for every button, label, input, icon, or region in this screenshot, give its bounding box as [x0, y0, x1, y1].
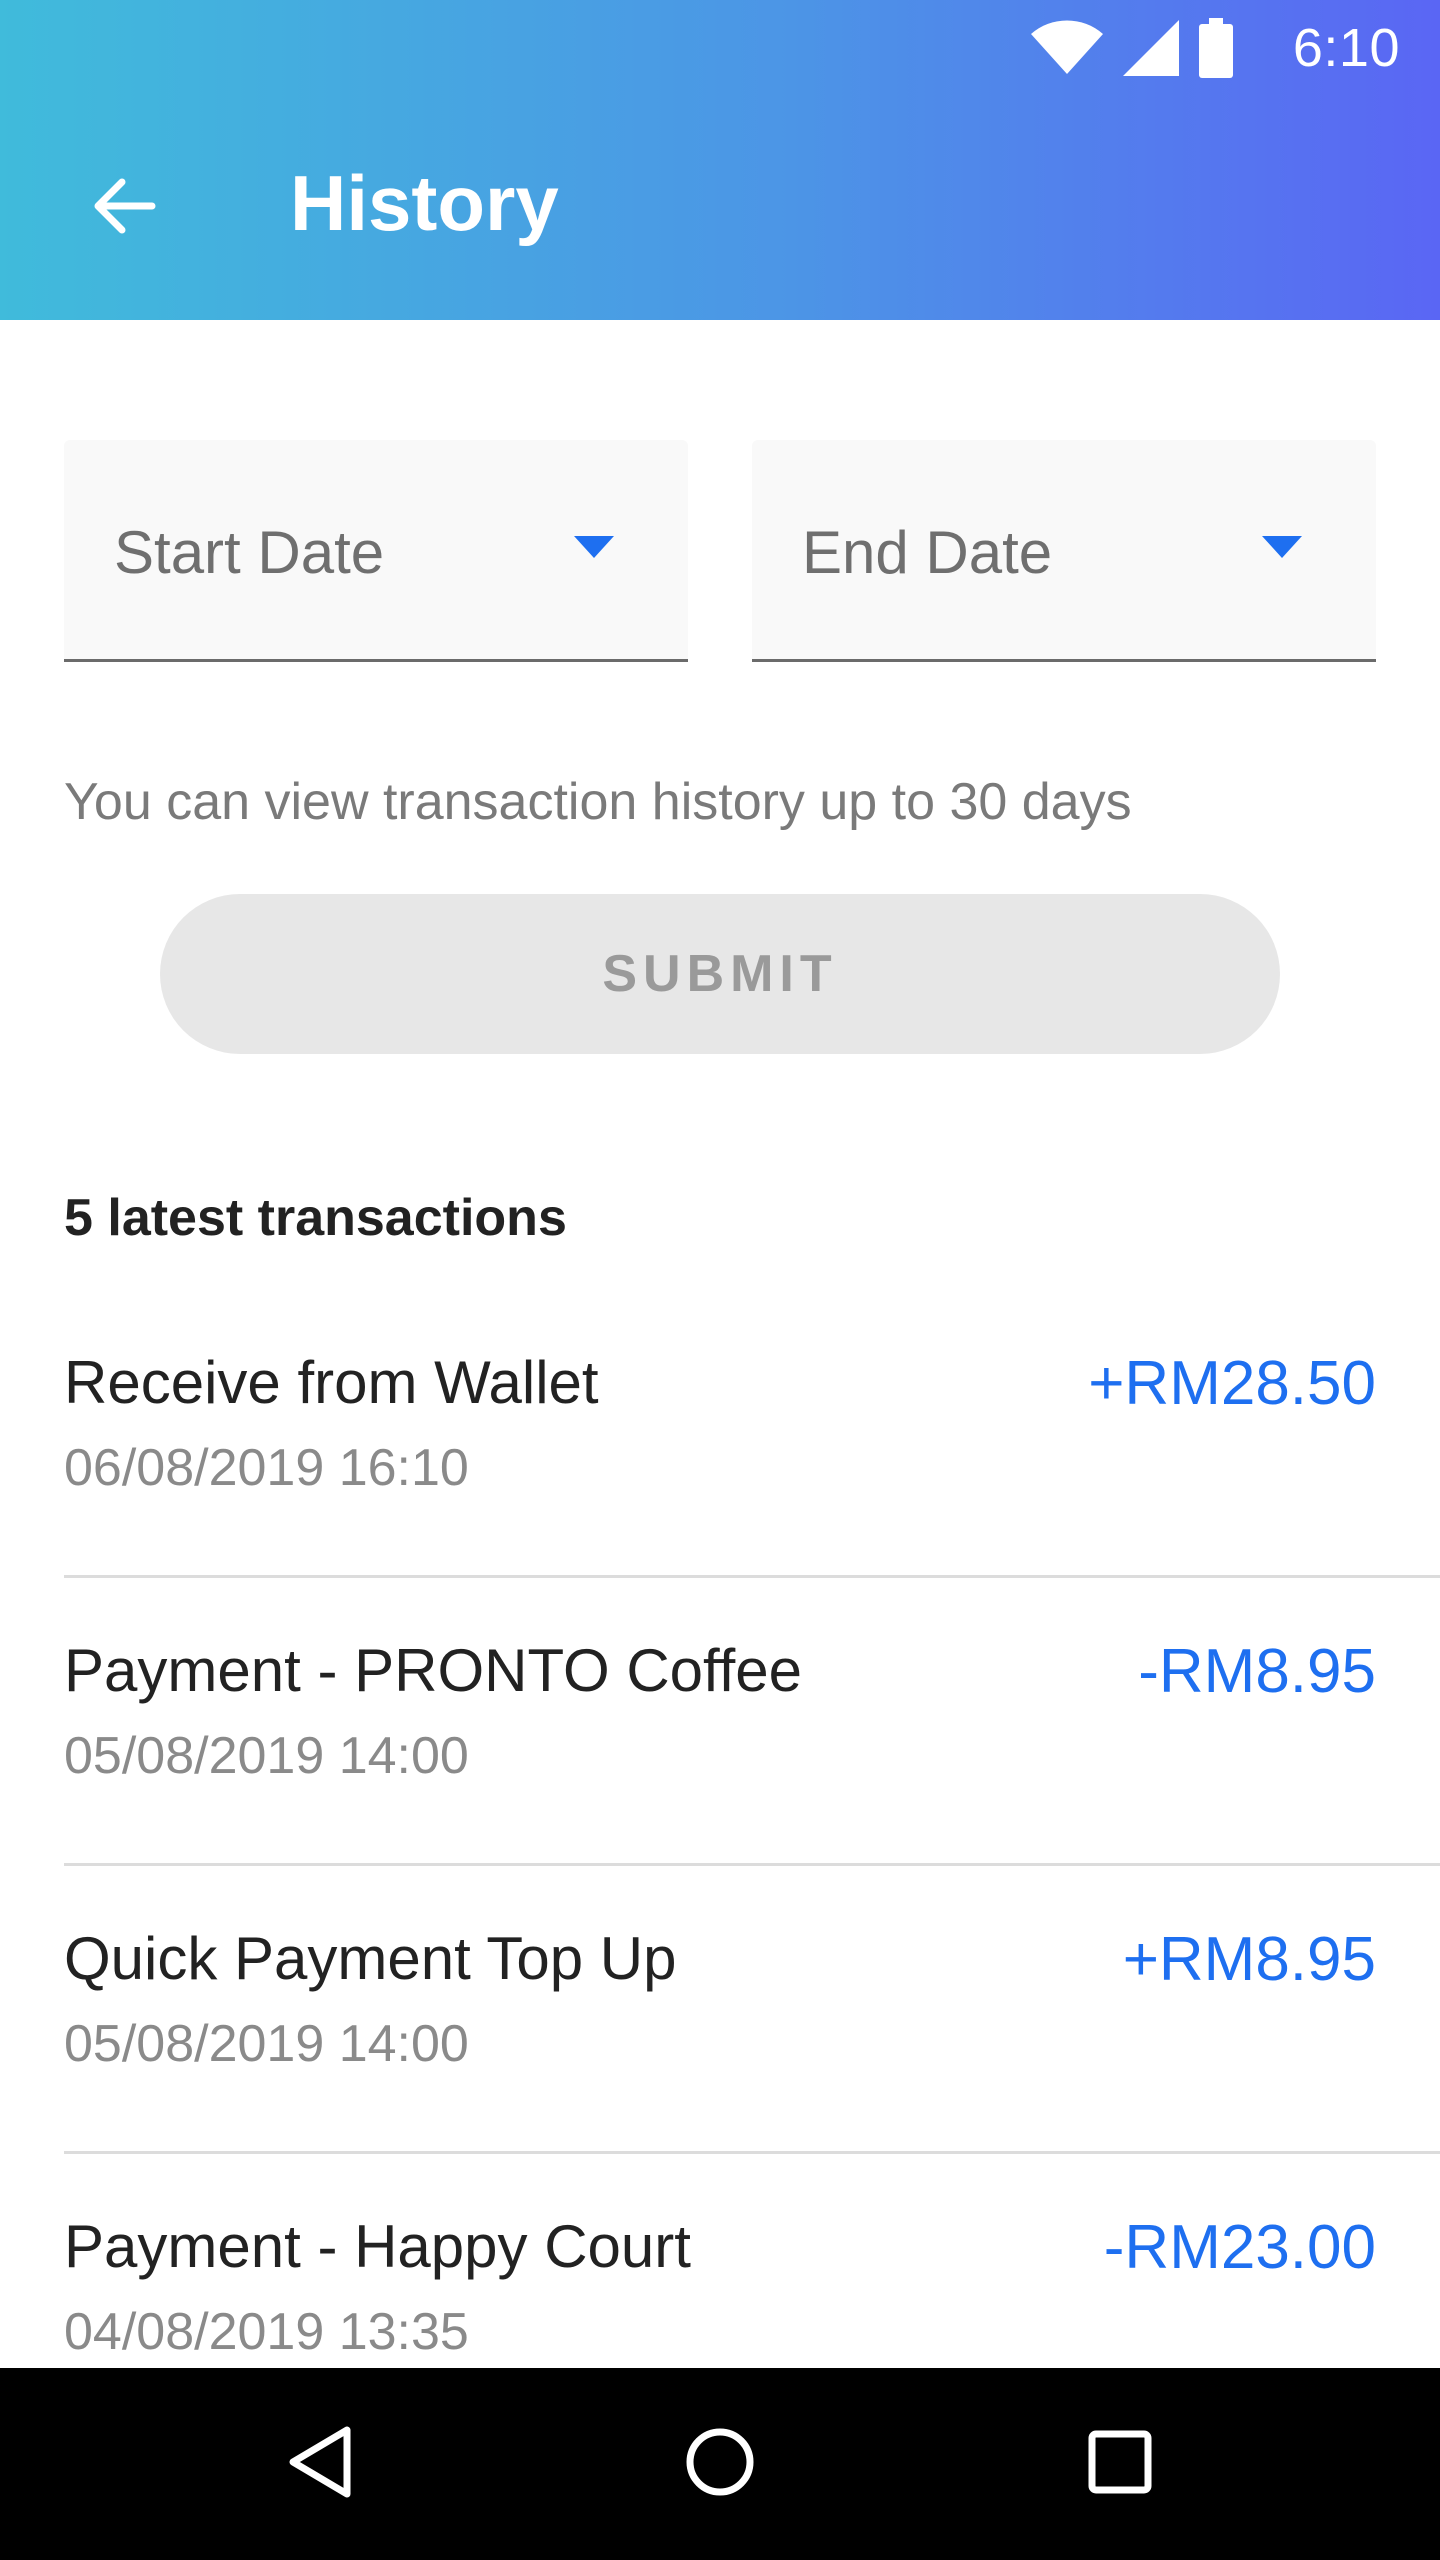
circle-home-icon: [684, 2426, 756, 2503]
arrow-left-icon: [92, 174, 156, 243]
transaction-row[interactable]: Receive from Wallet 06/08/2019 16:10 +RM…: [64, 1290, 1440, 1578]
transaction-amount: +RM8.95: [1122, 1925, 1376, 1994]
app-header: 6:10 History: [0, 0, 1440, 320]
transaction-title: Quick Payment Top Up: [64, 1925, 677, 1992]
transaction-amount: +RM28.50: [1088, 1349, 1376, 1418]
start-date-dropdown[interactable]: Start Date: [64, 440, 688, 662]
history-range-info: You can view transaction history up to 3…: [64, 773, 1132, 831]
triangle-back-icon: [285, 2424, 355, 2505]
transaction-amount: -RM8.95: [1138, 1637, 1376, 1706]
nav-recents-button[interactable]: [1064, 2408, 1176, 2520]
status-icons: 6:10: [1030, 16, 1400, 80]
system-navigation-bar: [0, 2368, 1440, 2560]
latest-transactions-heading: 5 latest transactions: [64, 1189, 567, 1247]
caret-down-icon: [574, 536, 614, 563]
battery-icon: [1198, 18, 1233, 78]
end-date-label: End Date: [802, 519, 1053, 586]
start-date-label: Start Date: [114, 519, 385, 586]
status-time: 6:10: [1292, 18, 1400, 78]
back-button[interactable]: [60, 144, 188, 272]
transaction-title: Payment - Happy Court: [64, 2213, 691, 2280]
toolbar: History: [0, 96, 1440, 320]
transaction-list: Receive from Wallet 06/08/2019 16:10 +RM…: [0, 1290, 1440, 2442]
nav-back-button[interactable]: [264, 2408, 376, 2520]
transaction-amount: -RM23.00: [1103, 2213, 1376, 2282]
transaction-row[interactable]: Quick Payment Top Up 05/08/2019 14:00 +R…: [64, 1866, 1440, 2154]
transaction-title: Payment - PRONTO Coffee: [64, 1637, 803, 1704]
square-recents-icon: [1086, 2428, 1154, 2501]
end-date-dropdown[interactable]: End Date: [752, 440, 1376, 662]
cell-signal-icon: [1122, 20, 1179, 76]
transaction-date: 05/08/2019 14:00: [64, 1727, 469, 1785]
wifi-icon: [1030, 20, 1103, 76]
nav-home-button[interactable]: [664, 2408, 776, 2520]
submit-button[interactable]: SUBMIT: [160, 894, 1280, 1054]
transaction-title: Receive from Wallet: [64, 1349, 599, 1416]
page-title: History: [290, 159, 559, 247]
caret-down-icon: [1262, 536, 1302, 563]
transaction-date: 05/08/2019 14:00: [64, 2015, 469, 2073]
transaction-date: 04/08/2019 13:35: [64, 2303, 469, 2361]
transaction-row[interactable]: Payment - PRONTO Coffee 05/08/2019 14:00…: [64, 1578, 1440, 1866]
transaction-date: 06/08/2019 16:10: [64, 1439, 469, 1497]
status-bar: 6:10: [0, 0, 1440, 96]
